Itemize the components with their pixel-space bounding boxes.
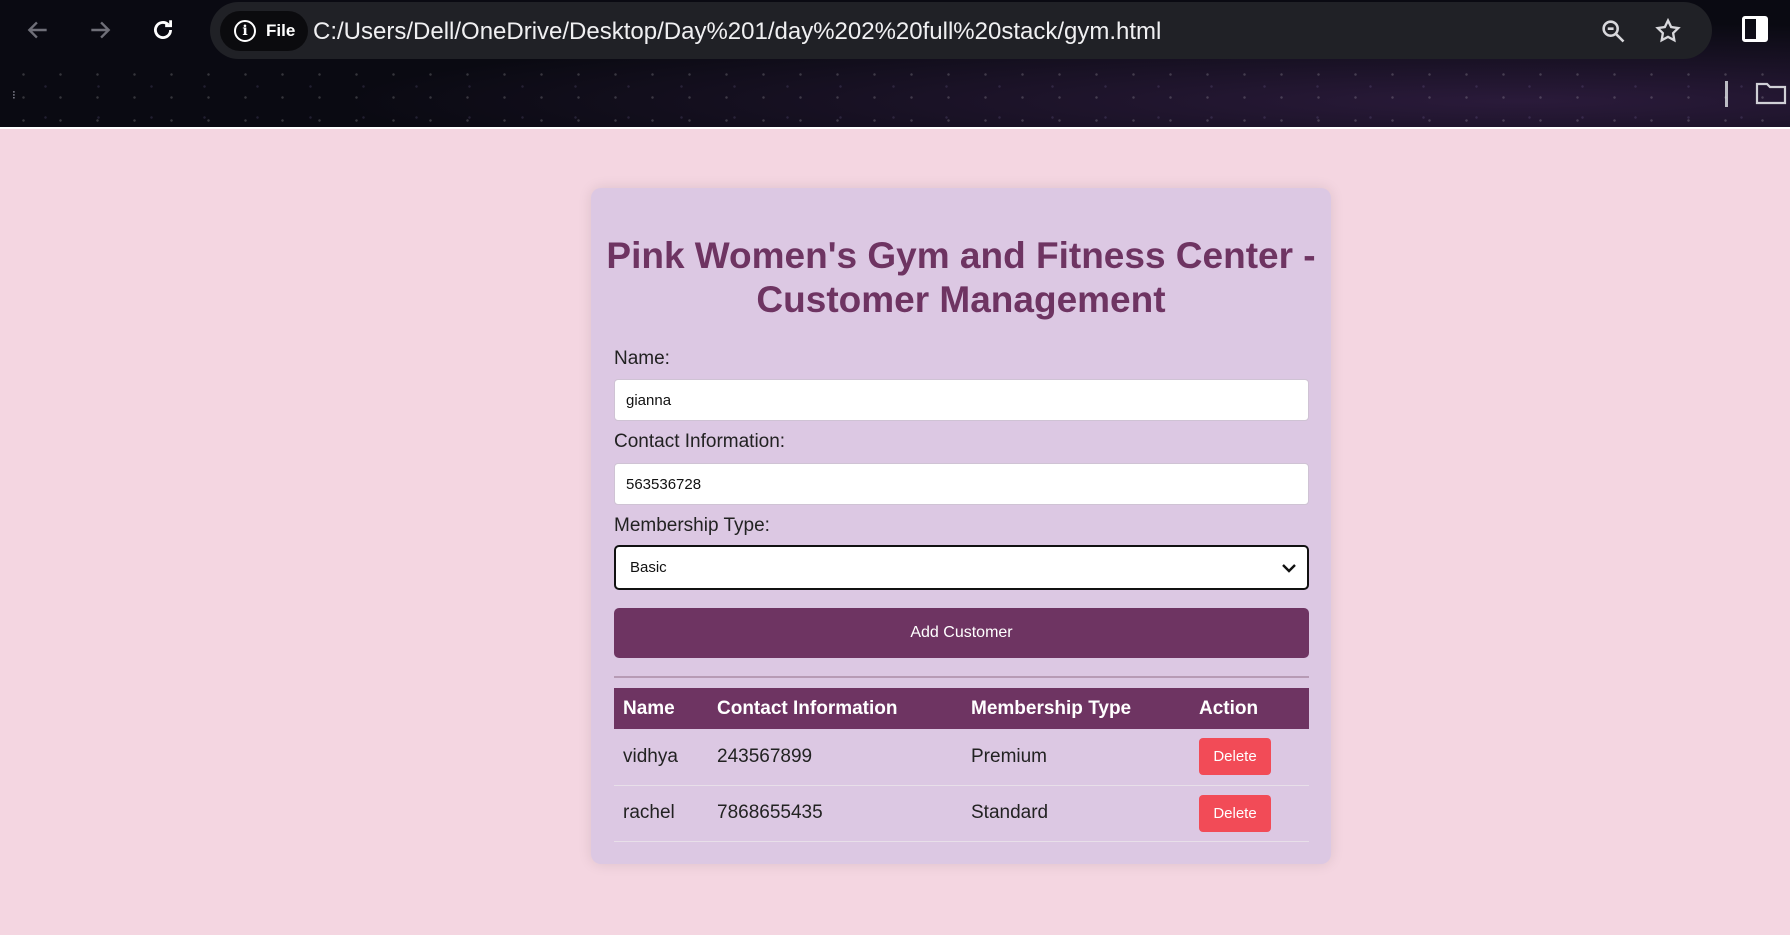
table-header-row: Name Contact Information Membership Type… [614,688,1309,729]
file-chip-label: File [266,21,296,40]
cell-action: Delete [1190,729,1309,786]
cell-name: rachel [614,785,708,842]
membership-selected-value: Basic [630,559,667,576]
url-text[interactable]: C:/Users/Dell/OneDrive/Desktop/Day%201/d… [313,18,1161,46]
contact-label: Contact Information: [614,431,786,452]
name-label: Name: [614,348,670,369]
side-panel-icon[interactable] [1742,16,1768,42]
bookmark-button[interactable] [1651,14,1685,48]
reload-icon [154,20,172,39]
forward-button[interactable] [82,12,118,48]
chevron-down-icon [1282,564,1296,573]
contact-input[interactable]: 563536728 [614,463,1309,505]
delete-button[interactable]: Delete [1199,794,1271,832]
cell-name: vidhya [614,729,708,786]
page-title: Pink Women's Gym and Fitness Center - Cu… [606,235,1316,320]
divider [614,676,1309,678]
header-membership: Membership Type [971,697,1132,719]
info-icon: i [234,20,256,42]
bookmark-bar-handle-icon: ⁝ [12,88,16,102]
delete-button[interactable]: Delete [1199,738,1271,776]
folder-icon[interactable] [1755,80,1787,106]
cell-contact: 7868655435 [708,785,962,842]
cell-action: Delete [1190,785,1309,842]
table-row: rachel 7868655435 Standard Delete [614,785,1309,842]
membership-select[interactable]: Basic [614,545,1309,590]
customer-management-card: Pink Women's Gym and Fitness Center - Cu… [591,188,1331,864]
address-bar[interactable]: i File C:/Users/Dell/OneDrive/Desktop/Da… [210,2,1712,59]
header-action: Action [1199,697,1259,719]
zoom-button[interactable] [1596,14,1630,48]
customer-table: Name Contact Information Membership Type… [614,688,1309,842]
cell-contact: 243567899 [708,729,962,786]
header-name: Name [623,697,675,719]
header-contact: Contact Information [717,697,898,719]
star-icon [1655,17,1681,43]
site-info-chip[interactable]: i File [220,11,308,51]
table-row: vidhya 243567899 Premium Delete [614,729,1309,786]
add-customer-button[interactable]: Add Customer [614,608,1309,658]
name-input[interactable]: gianna [614,379,1309,421]
bookmark-separator [1725,81,1728,107]
back-button[interactable] [20,12,56,48]
zoom-icon [1602,20,1625,43]
forward-icon [91,21,111,39]
membership-label: Membership Type: [614,515,770,536]
cell-membership: Premium [962,729,1190,786]
cell-membership: Standard [962,785,1190,842]
back-icon [27,21,47,39]
reload-button[interactable] [145,12,181,48]
browser-toolbar: i File C:/Users/Dell/OneDrive/Desktop/Da… [0,0,1790,129]
